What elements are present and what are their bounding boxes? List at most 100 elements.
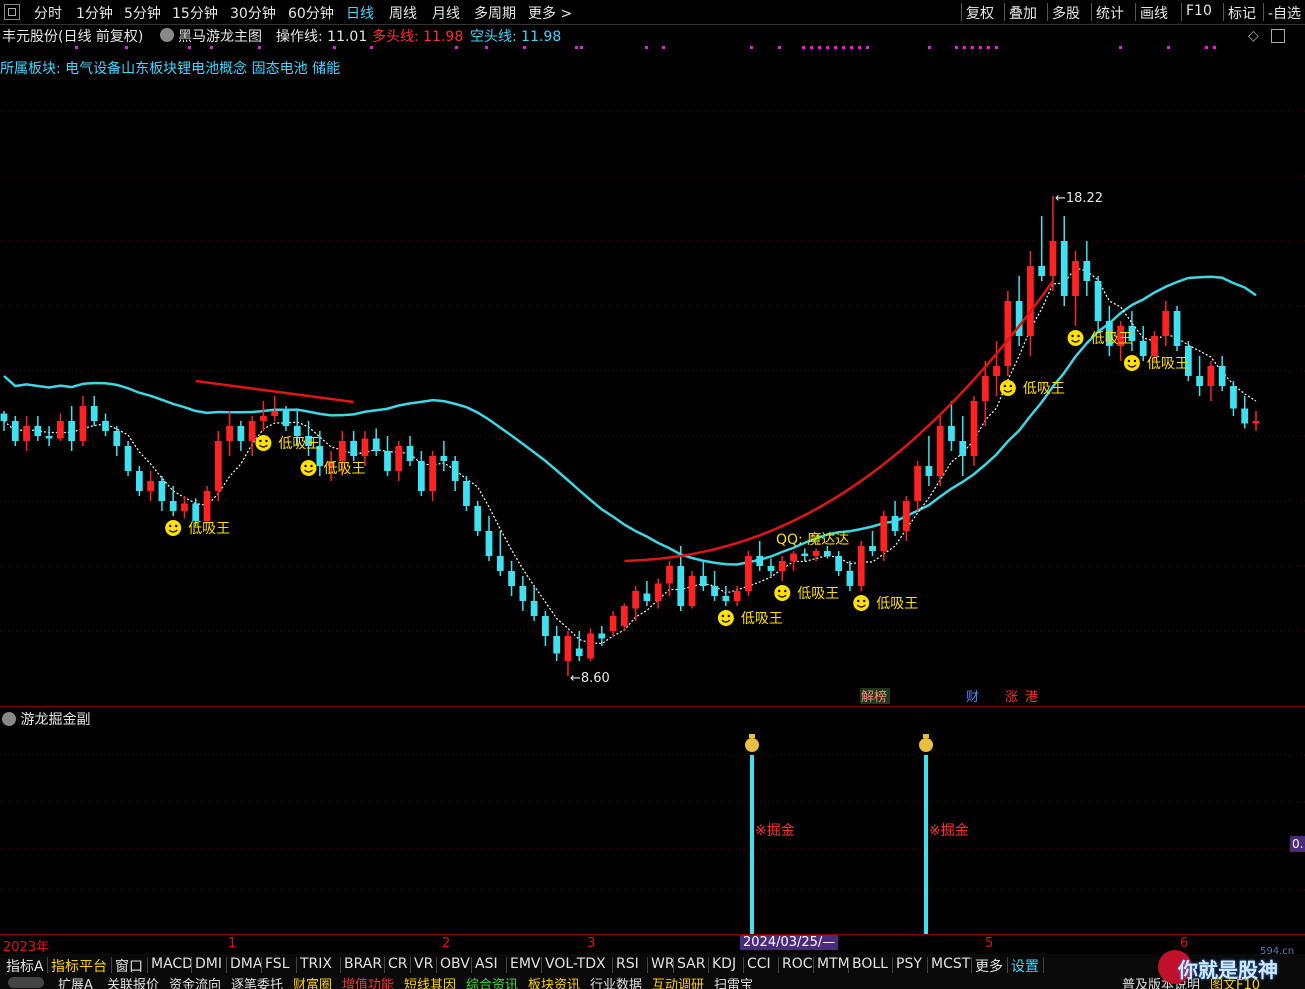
indicator-tab[interactable]: BOLL bbox=[852, 956, 888, 972]
top-signal-dot bbox=[1119, 46, 1122, 49]
extension-tab[interactable]: 扫雷宝 bbox=[714, 976, 753, 989]
period-tab-1[interactable]: 1分钟 bbox=[76, 3, 113, 23]
digging-bar bbox=[750, 755, 754, 934]
period-tab-3[interactable]: 15分钟 bbox=[172, 3, 218, 23]
indicator-tab[interactable]: BRAR bbox=[344, 956, 382, 972]
candle-body bbox=[45, 436, 53, 439]
indicator-tab[interactable]: VR bbox=[414, 956, 433, 972]
toolbar-button-1[interactable]: 叠加 bbox=[1009, 3, 1037, 23]
period-tab-2[interactable]: 5分钟 bbox=[124, 3, 161, 23]
tab-separator bbox=[848, 957, 849, 973]
top-signal-dot bbox=[370, 46, 373, 49]
toolbar-button-5[interactable]: F10 bbox=[1186, 3, 1212, 19]
tab-separator bbox=[436, 957, 437, 973]
tab-separator bbox=[612, 957, 613, 973]
top-signal-dot bbox=[834, 46, 837, 49]
indicator-tab[interactable]: DMA bbox=[230, 956, 262, 972]
indicator-tab[interactable]: CR bbox=[388, 956, 408, 972]
toggle-switch[interactable] bbox=[8, 977, 44, 988]
restore-icon[interactable] bbox=[1271, 29, 1285, 43]
period-tab-5[interactable]: 60分钟 bbox=[288, 3, 334, 23]
toolbar-button-4[interactable]: 画线 bbox=[1140, 3, 1168, 23]
indicator-tab[interactable]: 设置 bbox=[1011, 956, 1039, 976]
candle-body bbox=[1094, 281, 1102, 321]
period-tab-0[interactable]: 分时 bbox=[34, 3, 62, 23]
indicator-tab[interactable]: 指标平台 bbox=[51, 956, 107, 976]
period-tab-7[interactable]: 周线 bbox=[389, 3, 417, 23]
candle-body bbox=[835, 556, 843, 571]
indicator-dropdown-icon[interactable] bbox=[160, 28, 174, 42]
indicator-tab[interactable]: 更多 bbox=[975, 956, 1003, 976]
candle-body bbox=[169, 501, 177, 511]
cursor-date: 2024/03/25/— bbox=[740, 935, 839, 950]
extension-tab[interactable]: 行业数据 bbox=[590, 976, 642, 989]
indicator-tab[interactable]: MACD bbox=[151, 956, 193, 972]
extension-tab[interactable]: 短线其因 bbox=[404, 976, 456, 989]
tab-separator bbox=[813, 957, 814, 973]
indicator-tab[interactable]: WR bbox=[651, 956, 675, 972]
indicator-tab[interactable]: EMV bbox=[510, 956, 541, 972]
extension-tab[interactable]: 资金流向 bbox=[169, 976, 221, 989]
tab-separator bbox=[340, 957, 341, 973]
candle-body bbox=[0, 413, 8, 421]
extension-tab[interactable]: 关联报价 bbox=[107, 976, 159, 989]
smiley-icon bbox=[300, 460, 317, 476]
period-tab-8[interactable]: 月线 bbox=[432, 3, 460, 23]
toolbar-button-7[interactable]: -自选 bbox=[1268, 3, 1301, 23]
extension-tab[interactable]: 板块资讯 bbox=[528, 976, 580, 989]
toolbar-button-0[interactable]: 复权 bbox=[966, 3, 994, 23]
indicator-tab[interactable]: PSY bbox=[896, 956, 922, 972]
period-tab-4[interactable]: 30分钟 bbox=[230, 3, 276, 23]
candle-body bbox=[688, 576, 696, 606]
smiley-eye bbox=[1071, 334, 1074, 338]
window-menu-icon[interactable] bbox=[4, 4, 20, 20]
indicator-tab[interactable]: RSI bbox=[616, 956, 639, 972]
indicator-tab[interactable]: FSL bbox=[265, 956, 290, 972]
extension-tab[interactable]: 综合资讯 bbox=[466, 976, 518, 989]
extension-tab[interactable]: 增值功能 bbox=[342, 976, 394, 989]
top-signal-dot bbox=[333, 46, 336, 49]
toolbar-button-6[interactable]: 标记 bbox=[1228, 3, 1256, 23]
candle-body bbox=[68, 421, 76, 441]
candle-body bbox=[767, 566, 775, 571]
diamond-icon[interactable]: ◇ bbox=[1248, 28, 1259, 44]
digging-label: ※掘金 bbox=[929, 823, 969, 839]
top-signal-dot bbox=[750, 46, 753, 49]
indicator-tab[interactable]: TRIX bbox=[300, 956, 332, 972]
indicator-tab[interactable]: CCI bbox=[747, 956, 771, 972]
extension-tab[interactable]: 财富圈 bbox=[293, 976, 332, 989]
indicator-name[interactable]: 黑马游龙主图 bbox=[178, 26, 262, 46]
extension-tab[interactable]: 逐笔委托 bbox=[231, 976, 283, 989]
indicator-tab[interactable]: ASI bbox=[475, 956, 498, 972]
candle-body bbox=[970, 401, 978, 456]
indicator-tab[interactable]: OBV bbox=[440, 956, 470, 972]
candle-body bbox=[124, 446, 132, 471]
smiley-icon bbox=[165, 520, 182, 536]
toolbar-button-2[interactable]: 多股 bbox=[1052, 3, 1080, 23]
price-chart[interactable]: 低吸王低吸王低吸王低吸王低吸王低吸王低吸王低吸王低吸王←18.22←8.60QQ… bbox=[0, 46, 1305, 706]
indicator-tab[interactable]: SAR bbox=[677, 956, 705, 972]
indicator-tab[interactable]: DMI bbox=[195, 956, 222, 972]
indicator-tab[interactable]: 指标A bbox=[6, 956, 44, 976]
candle-body bbox=[553, 636, 561, 654]
period-tab-6[interactable]: 日线 bbox=[346, 3, 374, 23]
indicator-tab[interactable]: 窗口 bbox=[115, 956, 143, 976]
sub-indicator-chart[interactable]: ※掘金 ※掘金 bbox=[0, 707, 1305, 934]
period-tab-9[interactable]: 多周期 bbox=[474, 3, 516, 23]
toolbar-button-3[interactable]: 统计 bbox=[1096, 3, 1124, 23]
indicator-tab[interactable]: ROC bbox=[782, 956, 813, 972]
top-signal-dot bbox=[258, 46, 261, 49]
indicator-tab[interactable]: KDJ bbox=[712, 956, 736, 972]
top-signal-dot bbox=[971, 46, 974, 49]
indicator-tab[interactable]: MCST bbox=[931, 956, 970, 972]
extension-tab[interactable]: 互动调研 bbox=[652, 976, 704, 989]
candle-body bbox=[1252, 421, 1260, 424]
smiley-eye bbox=[304, 464, 307, 468]
top-signal-dot bbox=[662, 46, 665, 49]
indicator-tab[interactable]: VOL-TDX bbox=[545, 956, 606, 972]
indicator-tab[interactable]: MTM bbox=[817, 956, 850, 972]
smiley-eye bbox=[168, 524, 172, 528]
extension-tab[interactable]: 扩展A bbox=[58, 976, 93, 989]
period-tab-10[interactable]: 更多 > bbox=[528, 3, 572, 23]
candle-body bbox=[711, 586, 718, 596]
